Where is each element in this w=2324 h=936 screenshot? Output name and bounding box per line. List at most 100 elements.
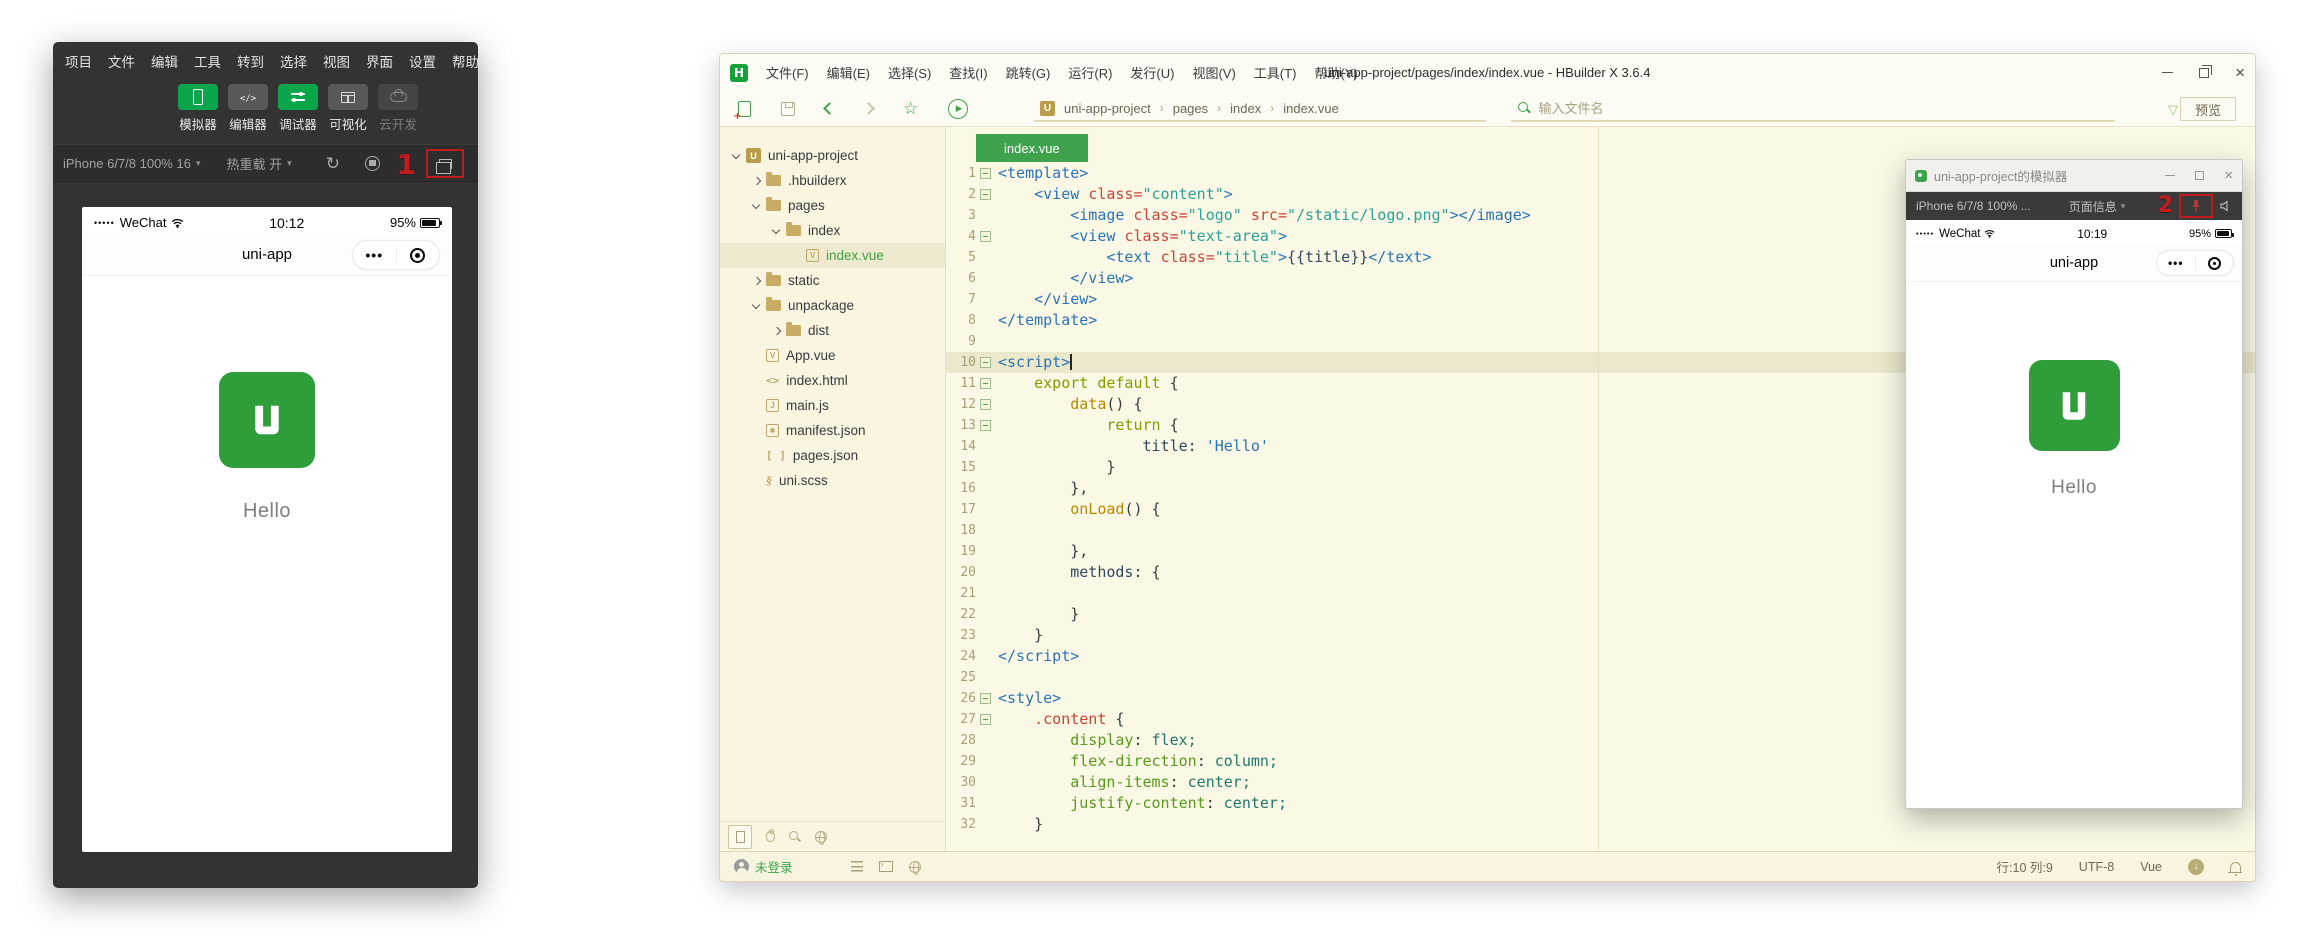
hbuilderx-menu-item[interactable]: 工具(T)	[1248, 61, 1303, 84]
tree-item[interactable]: .hbuilderx	[720, 168, 945, 193]
wechat-menu-item[interactable]: 视图	[323, 51, 350, 71]
fold-marker-icon[interactable]	[976, 357, 994, 368]
page-info-dropdown[interactable]: 页面信息 ▾	[2069, 198, 2126, 215]
wechat-menu-item[interactable]: 工具	[194, 51, 221, 71]
new-file-icon[interactable]	[738, 101, 751, 117]
favorite-star-icon[interactable]: ☆	[903, 100, 918, 117]
close-icon[interactable]: ×	[2224, 168, 2233, 183]
wechat-menu-item[interactable]: 界面	[366, 51, 393, 71]
wechat-menu-item[interactable]: 选择	[280, 51, 307, 71]
refresh-icon[interactable]: ↻	[326, 155, 340, 172]
hbuilderx-menu-item[interactable]: 文件(F)	[760, 61, 815, 84]
fold-marker-icon[interactable]	[976, 168, 994, 179]
调试器-button[interactable]: 调试器	[277, 84, 319, 133]
tree-item[interactable]: unpackage	[720, 293, 945, 318]
编辑器-button[interactable]: 编辑器	[227, 84, 269, 133]
breadcrumb-item[interactable]: index	[1230, 101, 1261, 116]
tree-item[interactable]: pages	[720, 193, 945, 218]
tree-item[interactable]: manifest.json	[720, 418, 945, 443]
preview-button[interactable]: 预览	[2180, 97, 2236, 121]
console-icon[interactable]	[879, 861, 893, 872]
files-panel-tab[interactable]	[728, 825, 752, 849]
outline-icon[interactable]	[851, 861, 863, 872]
fold-marker-icon[interactable]	[976, 399, 994, 410]
hbuilderx-menu-item[interactable]: 跳转(G)	[1000, 61, 1057, 84]
minimize-icon[interactable]	[2165, 175, 2175, 176]
save-icon[interactable]	[781, 102, 795, 116]
tree-chevron-icon[interactable]	[750, 299, 764, 313]
minimize-icon[interactable]	[2162, 72, 2173, 74]
tree-item[interactable]: main.js	[720, 393, 945, 418]
模拟器-button[interactable]: 模拟器	[177, 84, 219, 133]
simulator-device-selector[interactable]: iPhone 6/7/8 100% ...	[1916, 199, 2031, 213]
wechat-menu-item[interactable]: 文件	[108, 51, 135, 71]
exit-miniprogram-button[interactable]	[2196, 257, 2234, 270]
tree-item[interactable]: index.html	[720, 368, 945, 393]
fold-marker-icon[interactable]	[976, 378, 994, 389]
user-account-icon[interactable]	[734, 859, 749, 874]
speaker-mute-icon[interactable]	[2219, 200, 2232, 212]
wechat-menu-item[interactable]: 帮助	[452, 51, 478, 71]
可视化-button[interactable]: 可视化	[327, 84, 369, 133]
navigate-back-icon[interactable]	[823, 102, 836, 115]
wechat-menu-item[interactable]: 项目	[65, 51, 92, 71]
hbuilderx-menu-item[interactable]: 查找(I)	[943, 61, 993, 84]
more-menu-button[interactable]: •••	[353, 247, 396, 263]
breadcrumb-item[interactable]: uni-app-project	[1064, 101, 1151, 116]
fold-marker-icon[interactable]	[976, 189, 994, 200]
tree-chevron-icon[interactable]	[730, 149, 744, 163]
login-status[interactable]: 未登录	[755, 857, 793, 876]
restore-icon[interactable]	[2199, 68, 2209, 78]
hbuilderx-menu-item[interactable]: 视图(V)	[1186, 61, 1241, 84]
wechat-menu-item[interactable]: 编辑	[151, 51, 178, 71]
code-line[interactable]: 32 }	[946, 814, 2255, 835]
hbuilderx-menu-item[interactable]: 选择(S)	[882, 61, 937, 84]
breadcrumb-item[interactable]: pages	[1173, 101, 1208, 116]
debug-panel-icon[interactable]	[766, 831, 775, 842]
tree-item[interactable]: pages.json	[720, 443, 945, 468]
maximize-icon[interactable]	[2195, 171, 2204, 180]
close-icon[interactable]: ×	[2235, 64, 2245, 81]
cursor-position[interactable]: 行:10 列:9	[1997, 857, 2053, 876]
tree-chevron-icon[interactable]	[770, 324, 784, 338]
breadcrumb-item[interactable]: index.vue	[1283, 101, 1339, 116]
notification-bell-icon[interactable]	[2230, 862, 2241, 872]
tree-item[interactable]: uni.scss	[720, 468, 945, 493]
tree-item[interactable]: uni-app-project	[720, 143, 945, 168]
breadcrumb[interactable]: U uni-app-project›pages›index›index.vue	[1034, 96, 1486, 122]
tree-chevron-icon[interactable]	[750, 174, 764, 188]
fold-marker-icon[interactable]	[976, 231, 994, 242]
more-menu-button[interactable]: •••	[2157, 256, 2195, 270]
run-icon[interactable]	[948, 99, 968, 119]
hbuilderx-menu-item[interactable]: 编辑(E)	[821, 61, 876, 84]
fold-marker-icon[interactable]	[976, 714, 994, 725]
hbuilderx-menu-item[interactable]: 发行(U)	[1124, 61, 1180, 84]
browser-icon[interactable]	[909, 861, 921, 873]
tree-item[interactable]: index.vue	[720, 243, 945, 268]
exit-miniprogram-button[interactable]	[397, 248, 440, 263]
device-selector-dropdown[interactable]: iPhone 6/7/8 100% 16 ▾	[63, 156, 200, 171]
tree-chevron-icon[interactable]	[770, 224, 784, 238]
tree-item[interactable]: index	[720, 218, 945, 243]
search-panel-icon[interactable]	[789, 831, 801, 843]
hbuilderx-menu-item[interactable]: 运行(R)	[1062, 61, 1118, 84]
navigate-forward-icon[interactable]	[862, 102, 875, 115]
wechat-menu-item[interactable]: 设置	[409, 51, 436, 71]
tree-chevron-icon[interactable]	[750, 199, 764, 213]
stop-icon[interactable]	[365, 156, 380, 171]
network-panel-icon[interactable]	[815, 831, 827, 843]
file-search-input[interactable]	[1538, 101, 2109, 116]
pin-icon[interactable]	[2190, 199, 2202, 213]
tab-index-vue[interactable]: index.vue	[976, 134, 1088, 162]
detach-window-icon[interactable]	[439, 159, 452, 169]
file-type-indicator[interactable]: Vue	[2140, 860, 2162, 874]
wechat-menu-item[interactable]: 转到	[237, 51, 264, 71]
update-download-icon[interactable]: ↓	[2188, 859, 2204, 875]
tree-chevron-icon[interactable]	[750, 274, 764, 288]
tree-item[interactable]: dist	[720, 318, 945, 343]
encoding-indicator[interactable]: UTF-8	[2079, 860, 2114, 874]
fold-marker-icon[interactable]	[976, 693, 994, 704]
hot-reload-dropdown[interactable]: 热重载 开 ▾	[226, 154, 291, 173]
fold-marker-icon[interactable]	[976, 420, 994, 431]
filter-icon[interactable]: ▽	[2168, 102, 2178, 118]
